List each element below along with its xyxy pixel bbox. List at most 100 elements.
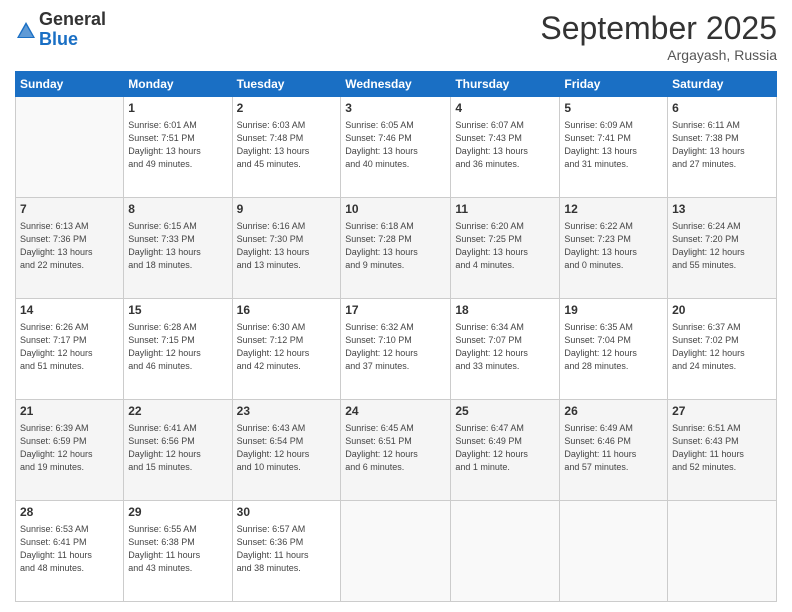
day-number: 25 (455, 403, 555, 420)
table-row: 29 Sunrise: 6:55 AMSunset: 6:38 PMDayligh… (124, 501, 232, 602)
day-info: Sunrise: 6:51 AMSunset: 6:43 PMDaylight:… (672, 422, 772, 474)
table-row (341, 501, 451, 602)
table-row: 4Sunrise: 6:07 AMSunset: 7:43 PMDaylight… (451, 97, 560, 198)
day-info: Sunrise: 6:13 AMSunset: 7:36 PMDaylight:… (20, 220, 119, 272)
table-row: 23 Sunrise: 6:43 AMSunset: 6:54 PMDayligh… (232, 400, 341, 501)
day-info: Sunrise: 6:15 AMSunset: 7:33 PMDaylight:… (128, 220, 227, 272)
table-row (16, 97, 124, 198)
day-info: Sunrise: 6:53 AMSunset: 6:41 PMDaylight:… (20, 523, 119, 575)
day-number: 26 (564, 403, 663, 420)
title-block: September 2025 Argayash, Russia (540, 10, 777, 63)
day-number: 8 (128, 201, 227, 218)
day-number: 17 (345, 302, 446, 319)
table-row: 11 Sunrise: 6:20 AMSunset: 7:25 PMDayligh… (451, 198, 560, 299)
day-number: 28 (20, 504, 119, 521)
day-number: 13 (672, 201, 772, 218)
col-tuesday: Tuesday (232, 72, 341, 97)
logo-general-text: General (39, 10, 106, 30)
table-row: 24 Sunrise: 6:45 AMSunset: 6:51 PMDayligh… (341, 400, 451, 501)
table-row: 14 Sunrise: 6:26 AMSunset: 7:17 PMDayligh… (16, 299, 124, 400)
table-row: 22 Sunrise: 6:41 AMSunset: 6:56 PMDayligh… (124, 400, 232, 501)
table-row (668, 501, 777, 602)
day-info: Sunrise: 6:49 AMSunset: 6:46 PMDaylight:… (564, 422, 663, 474)
table-row: 13 Sunrise: 6:24 AMSunset: 7:20 PMDayligh… (668, 198, 777, 299)
day-info: Sunrise: 6:22 AMSunset: 7:23 PMDaylight:… (564, 220, 663, 272)
location: Argayash, Russia (540, 47, 777, 63)
day-info: Sunrise: 6:16 AMSunset: 7:30 PMDaylight:… (237, 220, 337, 272)
calendar-week-row: 7 Sunrise: 6:13 AMSunset: 7:36 PMDaylight… (16, 198, 777, 299)
day-number: 18 (455, 302, 555, 319)
day-number: 9 (237, 201, 337, 218)
day-info: Sunrise: 6:43 AMSunset: 6:54 PMDaylight:… (237, 422, 337, 474)
day-number: 27 (672, 403, 772, 420)
table-row (451, 501, 560, 602)
table-row: 2 Sunrise: 6:03 AMSunset: 7:48 PMDaylight… (232, 97, 341, 198)
day-number: 5 (564, 100, 663, 117)
table-row: 25 Sunrise: 6:47 AMSunset: 6:49 PMDayligh… (451, 400, 560, 501)
day-number: 1 (128, 100, 227, 117)
table-row: 27 Sunrise: 6:51 AMSunset: 6:43 PMDayligh… (668, 400, 777, 501)
day-info: Sunrise: 6:57 AMSunset: 6:36 PMDaylight:… (237, 523, 337, 575)
day-number: 29 (128, 504, 227, 521)
day-number: 2 (237, 100, 337, 117)
day-info: Sunrise: 6:34 AMSunset: 7:07 PMDaylight:… (455, 321, 555, 373)
col-saturday: Saturday (668, 72, 777, 97)
table-row: 15 Sunrise: 6:28 AMSunset: 7:15 PMDayligh… (124, 299, 232, 400)
day-info: Sunrise: 6:26 AMSunset: 7:17 PMDaylight:… (20, 321, 119, 373)
table-row: 20 Sunrise: 6:37 AMSunset: 7:02 PMDayligh… (668, 299, 777, 400)
col-thursday: Thursday (451, 72, 560, 97)
day-info: Sunrise: 6:18 AMSunset: 7:28 PMDaylight:… (345, 220, 446, 272)
page-header: General Blue September 2025 Argayash, Ru… (15, 10, 777, 63)
day-info: Sunrise: 6:30 AMSunset: 7:12 PMDaylight:… (237, 321, 337, 373)
day-info: Sunrise: 6:20 AMSunset: 7:25 PMDaylight:… (455, 220, 555, 272)
day-number: 4 (455, 100, 555, 117)
table-row: 19Sunrise: 6:35 AMSunset: 7:04 PMDayligh… (560, 299, 668, 400)
day-number: 12 (564, 201, 663, 218)
calendar-week-row: 1Sunrise: 6:01 AMSunset: 7:51 PMDaylight… (16, 97, 777, 198)
day-number: 20 (672, 302, 772, 319)
table-row: 30 Sunrise: 6:57 AMSunset: 6:36 PMDayligh… (232, 501, 341, 602)
day-number: 15 (128, 302, 227, 319)
day-number: 24 (345, 403, 446, 420)
table-row: 3 Sunrise: 6:05 AMSunset: 7:46 PMDaylight… (341, 97, 451, 198)
calendar-header-row: Sunday Monday Tuesday Wednesday Thursday… (16, 72, 777, 97)
table-row: 16 Sunrise: 6:30 AMSunset: 7:12 PMDayligh… (232, 299, 341, 400)
day-number: 30 (237, 504, 337, 521)
day-info: Sunrise: 6:45 AMSunset: 6:51 PMDaylight:… (345, 422, 446, 474)
table-row (560, 501, 668, 602)
day-number: 22 (128, 403, 227, 420)
day-info: Sunrise: 6:24 AMSunset: 7:20 PMDaylight:… (672, 220, 772, 272)
day-number: 16 (237, 302, 337, 319)
table-row: 12 Sunrise: 6:22 AMSunset: 7:23 PMDayligh… (560, 198, 668, 299)
day-info: Sunrise: 6:55 AMSunset: 6:38 PMDaylight:… (128, 523, 227, 575)
day-info: Sunrise: 6:03 AMSunset: 7:48 PMDaylight:… (237, 119, 337, 171)
day-number: 3 (345, 100, 446, 117)
month-title: September 2025 (540, 10, 777, 47)
day-info: Sunrise: 6:37 AMSunset: 7:02 PMDaylight:… (672, 321, 772, 373)
day-number: 14 (20, 302, 119, 319)
day-number: 11 (455, 201, 555, 218)
calendar-week-row: 21Sunrise: 6:39 AMSunset: 6:59 PMDayligh… (16, 400, 777, 501)
calendar-week-row: 14 Sunrise: 6:26 AMSunset: 7:17 PMDayligh… (16, 299, 777, 400)
logo-icon (15, 20, 37, 42)
day-info: Sunrise: 6:05 AMSunset: 7:46 PMDaylight:… (345, 119, 446, 171)
day-number: 7 (20, 201, 119, 218)
table-row: 17 Sunrise: 6:32 AMSunset: 7:10 PMDayligh… (341, 299, 451, 400)
day-info: Sunrise: 6:28 AMSunset: 7:15 PMDaylight:… (128, 321, 227, 373)
day-number: 10 (345, 201, 446, 218)
day-info: Sunrise: 6:32 AMSunset: 7:10 PMDaylight:… (345, 321, 446, 373)
day-number: 6 (672, 100, 772, 117)
day-info: Sunrise: 6:39 AMSunset: 6:59 PMDaylight:… (20, 422, 119, 474)
table-row: 8 Sunrise: 6:15 AMSunset: 7:33 PMDaylight… (124, 198, 232, 299)
day-number: 19 (564, 302, 663, 319)
col-monday: Monday (124, 72, 232, 97)
day-info: Sunrise: 6:47 AMSunset: 6:49 PMDaylight:… (455, 422, 555, 474)
day-info: Sunrise: 6:11 AMSunset: 7:38 PMDaylight:… (672, 119, 772, 171)
table-row: 18 Sunrise: 6:34 AMSunset: 7:07 PMDayligh… (451, 299, 560, 400)
table-row: 9 Sunrise: 6:16 AMSunset: 7:30 PMDaylight… (232, 198, 341, 299)
col-wednesday: Wednesday (341, 72, 451, 97)
table-row: 28 Sunrise: 6:53 AMSunset: 6:41 PMDayligh… (16, 501, 124, 602)
day-info: Sunrise: 6:41 AMSunset: 6:56 PMDaylight:… (128, 422, 227, 474)
col-friday: Friday (560, 72, 668, 97)
day-number: 23 (237, 403, 337, 420)
